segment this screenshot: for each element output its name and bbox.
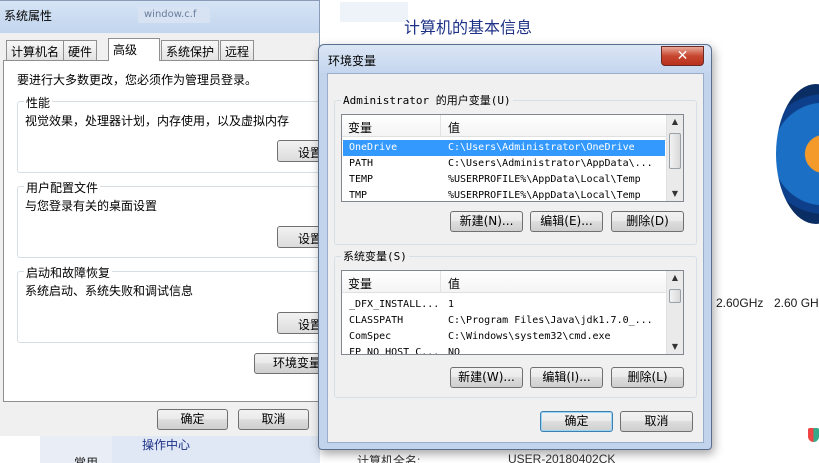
title-bar[interactable]: 环境变量 ✕ xyxy=(319,45,711,73)
variable-value: C:\Users\Administrator\OneDrive xyxy=(448,142,635,153)
variable-value: C:\Program Files\Java\jdk1.7.0_... xyxy=(448,315,653,326)
column-header-value[interactable]: 值 xyxy=(448,275,460,292)
system-properties-window: 系统属性 window.c.f 计算机名 硬件 高级 系统保护 远程 要进行大多… xyxy=(0,0,329,436)
list-item[interactable]: TEMP %USERPROFILE%\AppData\Local\Temp xyxy=(343,172,665,188)
variable-value: C:\Windows\system32\cmd.exe xyxy=(448,331,611,342)
scroll-down-icon[interactable]: ▼ xyxy=(670,189,680,199)
environment-variables-dialog: 环境变量 ✕ Administrator 的用户变量(U) 变量 值 OneDr… xyxy=(318,44,712,450)
list-header: 变量 值 xyxy=(342,115,667,137)
close-icon: ✕ xyxy=(676,48,689,64)
variable-value: %USERPROFILE%\AppData\Local\Temp xyxy=(448,190,641,201)
list-item[interactable]: OneDrive C:\Users\Administrator\OneDrive xyxy=(343,140,665,156)
scroll-thumb[interactable] xyxy=(669,289,681,303)
column-divider[interactable] xyxy=(440,271,441,293)
tab-hardware[interactable]: 硬件 xyxy=(63,40,98,60)
startup-recovery-group: 启动和故障恢复 系统启动、系统失败和调试信息 xyxy=(17,264,321,343)
cpu-speed: 2.60GHz xyxy=(716,296,764,310)
group-title: 启动和故障恢复 xyxy=(24,264,113,281)
computer-name-value: USER-20180402CK xyxy=(508,452,616,463)
list-item[interactable]: CLASSPATH C:\Program Files\Java\jdk1.7.0… xyxy=(343,313,665,329)
nav-item-action-center[interactable]: 操作中心 xyxy=(142,436,190,453)
scroll-down-icon[interactable]: ▼ xyxy=(670,342,680,352)
user-variables-list[interactable]: 变量 值 OneDrive C:\Users\Administrator\One… xyxy=(341,114,684,202)
tab-remote[interactable]: 远程 xyxy=(220,40,255,60)
client-area: 计算机名 硬件 高级 系统保护 远程 要进行大多数更改，您必须作为管理员登录。 … xyxy=(0,33,329,436)
variable-name: CLASSPATH xyxy=(349,315,404,326)
user-delete-button[interactable]: 删除(D) xyxy=(611,211,684,232)
variable-value: 1 xyxy=(448,299,455,310)
user-edit-button[interactable]: 编辑(E)... xyxy=(530,211,603,232)
list-item[interactable]: ComSpec C:\Windows\system32\cmd.exe xyxy=(343,329,665,345)
list-item[interactable]: PATH C:\Users\Administrator\AppData\... xyxy=(343,156,665,172)
list-item[interactable]: _DFX_INSTALL... 1 xyxy=(343,297,665,313)
dialog-title: 环境变量 xyxy=(328,54,377,68)
scroll-thumb[interactable] xyxy=(669,133,681,169)
tab-advanced[interactable]: 高级 xyxy=(108,38,160,61)
group-title: 用户配置文件 xyxy=(24,179,101,196)
list-header: 变量 值 xyxy=(342,271,667,293)
cancel-button[interactable]: 取消 xyxy=(620,411,693,432)
variable-name: PATH xyxy=(349,158,374,169)
scroll-up-icon[interactable]: ▲ xyxy=(670,273,680,283)
computer-name-label: 计算机全名: xyxy=(357,454,421,463)
group-desc: 系统启动、系统失败和调试信息 xyxy=(25,284,194,298)
column-header-variable[interactable]: 变量 xyxy=(348,119,372,136)
windows-logo-icon xyxy=(776,84,819,224)
variable-name: OneDrive xyxy=(349,142,398,153)
column-header-variable[interactable]: 变量 xyxy=(348,275,372,292)
group-title: 性能 xyxy=(24,94,53,111)
scroll-up-icon[interactable]: ▲ xyxy=(670,117,680,127)
variable-value: %USERPROFILE%\AppData\Local\Temp xyxy=(448,174,641,185)
title-bar[interactable]: 系统属性 window.c.f xyxy=(0,1,319,33)
dialog-client: Administrator 的用户变量(U) 变量 值 OneDrive C:\… xyxy=(327,73,704,443)
variable-value: NO xyxy=(448,347,461,355)
admin-note: 要进行大多数更改，您必须作为管理员登录。 xyxy=(17,73,258,87)
system-variables-list[interactable]: 变量 值 _DFX_INSTALL... 1 CLASSPATH C:\Prog… xyxy=(341,270,684,355)
title-search-field: window.c.f xyxy=(138,7,210,23)
tab-system-protection[interactable]: 系统保护 xyxy=(161,40,220,60)
column-divider[interactable] xyxy=(440,115,441,137)
page-title: 计算机的基本信息 xyxy=(404,18,533,37)
ok-button[interactable]: 确定 xyxy=(157,409,228,430)
variable-name: _DFX_INSTALL... xyxy=(349,299,440,310)
user-profiles-group: 用户配置文件 与您登录有关的桌面设置 xyxy=(17,179,321,258)
group-desc: 视觉效果，处理器计划，内存使用，以及虚拟内存 xyxy=(25,114,290,128)
variable-value: C:\Users\Administrator\AppData\... xyxy=(448,158,653,169)
vertical-scrollbar[interactable]: ▲ ▼ xyxy=(666,271,683,354)
window-title: 系统属性 xyxy=(4,9,53,23)
shield-icon xyxy=(808,428,819,442)
search-box[interactable] xyxy=(340,2,408,22)
tab-computer-name[interactable]: 计算机名 xyxy=(6,40,65,60)
variable-name: TMP xyxy=(349,190,368,201)
cancel-button[interactable]: 取消 xyxy=(238,409,309,430)
vertical-scrollbar[interactable]: ▲ ▼ xyxy=(666,115,683,201)
group-desc: 与您登录有关的桌面设置 xyxy=(25,199,158,213)
group-title: 系统变量(S) xyxy=(341,248,409,264)
nav-item-common[interactable]: 常用 xyxy=(74,454,98,463)
ok-button[interactable]: 确定 xyxy=(540,411,613,432)
system-new-button[interactable]: 新建(W)... xyxy=(450,367,523,388)
system-edit-button[interactable]: 编辑(I)... xyxy=(530,367,603,388)
performance-group: 性能 视觉效果，处理器计划，内存使用，以及虚拟内存 xyxy=(17,94,321,173)
group-title: Administrator 的用户变量(U) xyxy=(341,92,513,108)
user-new-button[interactable]: 新建(N)... xyxy=(450,211,523,232)
list-item[interactable]: TMP %USERPROFILE%\AppData\Local\Temp xyxy=(343,188,665,201)
variable-name: ComSpec xyxy=(349,331,392,342)
column-header-value[interactable]: 值 xyxy=(448,119,460,136)
variable-name: FP_NO_HOST_C... xyxy=(349,347,440,355)
close-button[interactable]: ✕ xyxy=(661,46,704,66)
variable-name: TEMP xyxy=(349,174,374,185)
cpu-speed-2: 2.60 GH xyxy=(774,296,819,310)
list-item[interactable]: FP_NO_HOST_C... NO xyxy=(343,345,665,355)
system-delete-button[interactable]: 删除(L) xyxy=(611,367,684,388)
